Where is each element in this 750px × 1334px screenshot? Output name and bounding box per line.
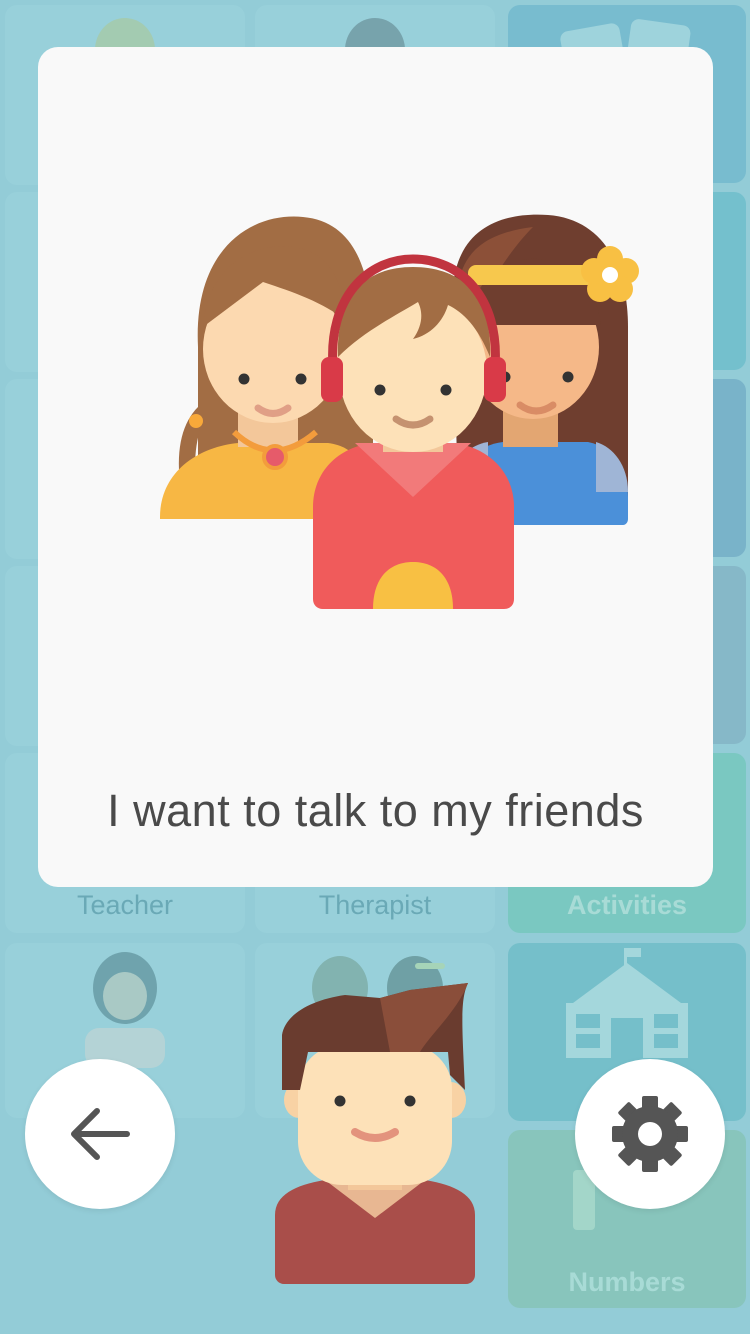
phrase-card[interactable]: I want to talk to my friends <box>38 47 713 887</box>
phrase-caption: I want to talk to my friends <box>107 785 644 836</box>
person-label: Teacher <box>76 890 174 920</box>
person-label: Therapist <box>318 890 432 920</box>
user-avatar-icon[interactable] <box>270 980 480 1285</box>
gear-icon <box>612 1096 688 1172</box>
back-button[interactable] <box>25 1059 175 1209</box>
settings-button[interactable] <box>575 1059 725 1209</box>
back-arrow-icon <box>71 1108 130 1160</box>
category-label: Numbers <box>568 1267 686 1297</box>
school-icon <box>566 948 688 1058</box>
category-label: Activities <box>566 890 688 920</box>
doctor-icon <box>85 952 165 1068</box>
friends-group-icon <box>160 214 639 609</box>
